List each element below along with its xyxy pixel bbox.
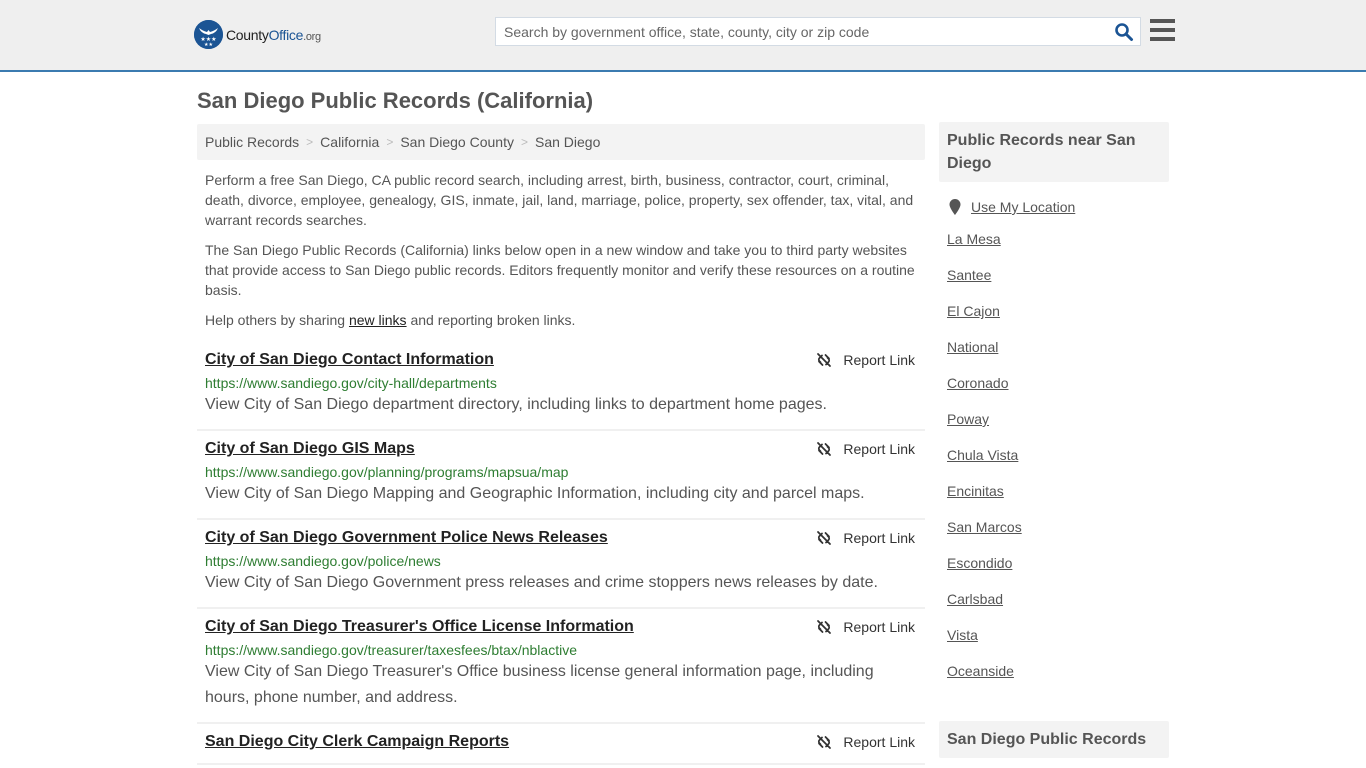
breadcrumb: Public Records > California > San Diego … [197, 124, 925, 160]
city-link[interactable]: Oceanside [947, 663, 1014, 679]
city-item: Encinitas [947, 483, 1169, 519]
breadcrumb-item-current[interactable]: San Diego [535, 134, 600, 150]
use-my-location-link[interactable]: Use My Location [971, 199, 1075, 215]
city-link[interactable]: El Cajon [947, 303, 1000, 319]
search-button[interactable] [1114, 22, 1134, 42]
result-url: https://www.sandiego.gov/city-hall/depar… [205, 375, 497, 391]
intro-text: Perform a free San Diego, CA public reco… [205, 170, 920, 340]
new-links-link[interactable]: new links [349, 312, 407, 328]
search-box [495, 17, 1141, 46]
hamburger-icon-bar [1150, 19, 1175, 23]
city-link[interactable]: Carlsbad [947, 591, 1003, 607]
result-title-link[interactable]: City of San Diego Contact Information [205, 350, 494, 370]
city-item: Poway [947, 411, 1169, 447]
city-link[interactable]: Encinitas [947, 483, 1004, 499]
site-header: ★★★ ★★ CountyOffice.org [0, 0, 1366, 72]
logo-text: CountyOffice.org [226, 26, 321, 43]
city-link[interactable]: La Mesa [947, 231, 1001, 247]
nearby-cities-list: La Mesa Santee El Cajon National Coronad… [939, 231, 1169, 699]
broken-link-icon [817, 353, 832, 367]
city-item: Coronado [947, 375, 1169, 411]
city-records-heading: San Diego Public Records [939, 721, 1169, 758]
menu-button[interactable] [1150, 19, 1175, 41]
city-link[interactable]: Santee [947, 267, 991, 283]
city-link[interactable]: Chula Vista [947, 447, 1018, 463]
result-item: City of San Diego Treasurer's Office Lic… [197, 609, 925, 724]
result-item: City of San Diego GIS Maps Report Link h… [197, 431, 925, 520]
breadcrumb-separator: > [386, 135, 394, 149]
city-item: Vista [947, 627, 1169, 663]
result-title-link[interactable]: City of San Diego Treasurer's Office Lic… [205, 617, 634, 637]
broken-link-icon [817, 620, 832, 634]
map-pin-icon [949, 199, 961, 215]
broken-link-icon [817, 531, 832, 545]
report-link-button[interactable]: Report Link [816, 619, 915, 635]
city-item: National [947, 339, 1169, 375]
breadcrumb-item[interactable]: California [320, 134, 379, 150]
eagle-stars-icon: ★★★ ★★ [194, 20, 223, 49]
city-link[interactable]: Vista [947, 627, 978, 643]
breadcrumb-separator: > [520, 135, 528, 149]
result-description: View City of San Diego Treasurer's Offic… [205, 663, 874, 706]
hamburger-icon-bar [1150, 28, 1175, 32]
result-url: https://www.sandiego.gov/treasurer/taxes… [205, 642, 577, 658]
city-item: El Cajon [947, 303, 1169, 339]
result-url: https://www.sandiego.gov/planning/progra… [205, 464, 569, 480]
page-title: San Diego Public Records (California) [197, 88, 594, 113]
city-link[interactable]: Coronado [947, 375, 1009, 391]
result-url: https://www.sandiego.gov/police/news [205, 553, 441, 569]
breadcrumb-separator: > [306, 135, 314, 149]
breadcrumb-item[interactable]: Public Records [205, 134, 299, 150]
broken-link-icon [817, 442, 832, 456]
city-link[interactable]: Escondido [947, 555, 1012, 571]
search-icon [1115, 23, 1133, 41]
result-title-link[interactable]: City of San Diego Government Police News… [205, 528, 608, 548]
city-item: Chula Vista [947, 447, 1169, 483]
city-item: Oceanside [947, 663, 1169, 699]
result-title-link[interactable]: City of San Diego GIS Maps [205, 439, 415, 459]
city-item: Santee [947, 267, 1169, 303]
report-link-button[interactable]: Report Link [816, 530, 915, 546]
results-list: City of San Diego Contact Information Re… [197, 342, 925, 765]
city-item: Carlsbad [947, 591, 1169, 627]
svg-text:★★: ★★ [204, 42, 213, 48]
city-link[interactable]: San Marcos [947, 519, 1022, 535]
report-link-button[interactable]: Report Link [816, 352, 915, 368]
use-my-location[interactable]: Use My Location [939, 199, 1169, 215]
result-item: San Diego City Clerk Campaign Reports Re… [197, 724, 925, 765]
search-input[interactable] [496, 18, 1096, 45]
help-text: Help others by sharing new links and rep… [205, 312, 576, 328]
nearby-records-heading: Public Records near San Diego [939, 122, 1169, 182]
hamburger-icon-bar [1150, 37, 1175, 41]
report-link-button[interactable]: Report Link [816, 441, 915, 457]
city-item: San Marcos [947, 519, 1169, 555]
city-link[interactable]: National [947, 339, 998, 355]
result-title-link[interactable]: San Diego City Clerk Campaign Reports [205, 732, 509, 752]
intro-paragraph: The San Diego Public Records (California… [205, 242, 915, 298]
result-item: City of San Diego Contact Information Re… [197, 342, 925, 431]
broken-link-icon [817, 735, 832, 749]
result-item: City of San Diego Government Police News… [197, 520, 925, 609]
city-item: La Mesa [947, 231, 1169, 267]
result-description: View City of San Diego department direct… [205, 396, 827, 413]
site-logo[interactable]: ★★★ ★★ CountyOffice.org [194, 20, 321, 49]
city-item: Escondido [947, 555, 1169, 591]
report-link-button[interactable]: Report Link [816, 734, 915, 750]
result-description: View City of San Diego Mapping and Geogr… [205, 485, 865, 502]
sidebar: Public Records near San Diego Use My Loc… [939, 122, 1169, 758]
intro-paragraph: Perform a free San Diego, CA public reco… [205, 172, 914, 228]
city-link[interactable]: Poway [947, 411, 989, 427]
breadcrumb-item[interactable]: San Diego County [400, 134, 514, 150]
result-description: View City of San Diego Government press … [205, 574, 878, 591]
